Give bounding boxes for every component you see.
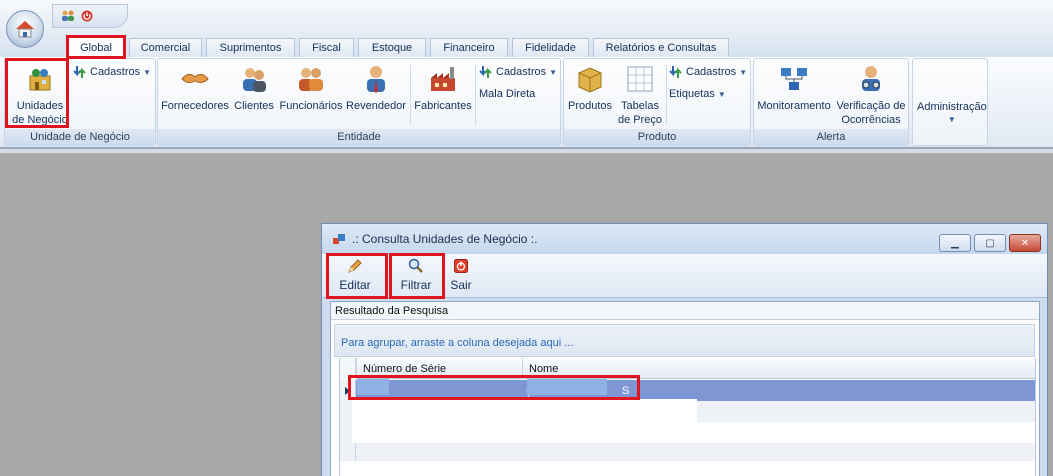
group-label-produto: Produto: [564, 129, 750, 145]
mala-direta-button[interactable]: Mala Direta: [479, 88, 535, 100]
chevron-down-icon: ▼: [143, 67, 152, 77]
highlight-tab-global: [66, 35, 126, 59]
factory-icon: [427, 63, 459, 95]
network-icon: [778, 63, 810, 95]
close-button[interactable]: ✕: [1009, 234, 1041, 252]
separator: [475, 65, 476, 125]
funcionarios-label: Funcionários: [279, 100, 343, 112]
fabricantes-label: Fabricantes: [414, 100, 472, 112]
employees-icon: [295, 63, 327, 95]
tab-estoque[interactable]: Estoque: [358, 38, 426, 57]
row-indicator: [340, 443, 356, 461]
verificacao-label-1: Verificação de: [836, 100, 906, 112]
tab-fiscal[interactable]: Fiscal: [299, 38, 354, 57]
chevron-down-icon: ▼: [549, 67, 558, 77]
users-icon[interactable]: [61, 10, 75, 22]
entidade-cadastros-label: Cadastros: [496, 66, 547, 78]
chevron-down-icon: ▼: [717, 89, 726, 99]
verificacao-label-2: Ocorrências: [841, 114, 901, 126]
unidade-cadastros-label: Cadastros: [90, 66, 141, 78]
power-icon: [452, 258, 470, 274]
tab-suprimentos[interactable]: Suprimentos: [206, 38, 295, 57]
quick-access-toolbar: [52, 4, 128, 28]
sair-button[interactable]: Sair: [446, 258, 476, 292]
produto-cadastros-dropdown[interactable]: Cadastros ▼: [669, 65, 747, 79]
monitoramento-label: Monitoramento: [757, 100, 831, 112]
group-label-entidade: Entidade: [158, 129, 560, 145]
revendedor-label: Revendedor: [346, 100, 406, 112]
chevron-down-icon: ▼: [739, 67, 748, 77]
chevron-down-icon: ▼: [947, 115, 956, 124]
administracao-dropdown[interactable]: Administração ▼: [917, 101, 987, 124]
group-label-alerta: Alerta: [754, 129, 908, 145]
tab-relatorios-consultas[interactable]: Relatórios e Consultas: [593, 38, 729, 57]
cadastros-arrow-icon: [73, 66, 86, 78]
fornecedores-label: Fornecedores: [161, 100, 229, 112]
power-icon[interactable]: [81, 10, 93, 22]
cadastros-arrow-icon: [669, 66, 682, 78]
close-icon: ✕: [1020, 237, 1030, 249]
redaction-mask: [352, 399, 697, 443]
app-menu-button[interactable]: [6, 10, 44, 48]
box-icon: [574, 63, 606, 95]
window-app-icon: [333, 234, 345, 244]
highlight-editar-button: [326, 253, 388, 299]
group-entidade: Fornecedores Clientes Funcionários Reven…: [157, 58, 561, 146]
administracao-label: Administração: [917, 101, 987, 113]
workspace-border: [0, 149, 1053, 153]
highlight-unidades-button: [5, 58, 69, 128]
mala-direta-label: Mala Direta: [479, 88, 536, 100]
group-produto: Produtos Tabelas de Preço Cadastros ▼ Et…: [563, 58, 751, 146]
reseller-icon: [360, 63, 392, 95]
group-administracao: Administração ▼: [912, 58, 988, 146]
restore-icon: ▢: [985, 237, 995, 249]
tab-comercial[interactable]: Comercial: [129, 38, 202, 57]
clientes-label: Clientes: [234, 100, 274, 112]
produto-cadastros-label: Cadastros: [686, 66, 737, 78]
monitoramento-button[interactable]: Monitoramento: [756, 63, 832, 113]
table-row[interactable]: [340, 443, 1035, 461]
minimize-button[interactable]: ▁: [939, 234, 971, 252]
handshake-icon: [179, 63, 211, 95]
group-by-area[interactable]: Para agrupar, arraste a coluna desejada …: [334, 324, 1035, 357]
ribbon: Unidades de Negócio Cadastros ▼ Unidade …: [0, 57, 1053, 148]
home-icon: [16, 21, 34, 38]
maximize-button[interactable]: ▢: [974, 234, 1006, 252]
tabelas-label-1: Tabelas: [621, 100, 659, 112]
etiquetas-label: Etiquetas: [669, 88, 715, 100]
group-alerta: Monitoramento Verificação de Ocorrências…: [753, 58, 909, 146]
fabricantes-button[interactable]: Fabricantes: [413, 63, 473, 113]
ribbon-tabs: Global Comercial Suprimentos Fiscal Esto…: [0, 36, 1053, 58]
minimize-icon: ▁: [951, 237, 959, 249]
sair-label: Sair: [450, 278, 472, 292]
inspector-icon: [855, 63, 887, 95]
etiquetas-dropdown[interactable]: Etiquetas ▼: [669, 88, 726, 100]
tabelas-preco-button[interactable]: Tabelas de Preço: [617, 63, 663, 127]
results-caption: Resultado da Pesquisa: [331, 302, 1039, 320]
produtos-label: Produtos: [567, 100, 613, 112]
verificacao-ocorrencias-button[interactable]: Verificação de Ocorrências: [834, 63, 908, 127]
clients-icon: [238, 63, 270, 95]
clientes-button[interactable]: Clientes: [233, 63, 275, 113]
revendedor-button[interactable]: Revendedor: [345, 63, 407, 113]
fornecedores-button[interactable]: Fornecedores: [160, 63, 230, 113]
tab-fidelidade[interactable]: Fidelidade: [512, 38, 589, 57]
separator: [666, 65, 667, 125]
dialog-title: .: Consulta Unidades de Negócio :.: [352, 232, 538, 246]
table-icon: [624, 63, 656, 95]
produtos-button[interactable]: Produtos: [566, 63, 614, 113]
highlight-selected-row: [348, 375, 640, 400]
highlight-filtrar-button: [389, 253, 445, 299]
title-bar: [0, 0, 1053, 36]
tabelas-label-2: de Preço: [617, 114, 663, 126]
group-label-unidade: Unidade de Negócio: [5, 129, 155, 145]
cadastros-arrow-icon: [479, 66, 492, 78]
funcionarios-button[interactable]: Funcionários: [279, 63, 343, 113]
unidade-cadastros-dropdown[interactable]: Cadastros ▼: [73, 65, 151, 79]
tab-financeiro[interactable]: Financeiro: [430, 38, 508, 57]
separator: [410, 65, 411, 125]
entidade-cadastros-dropdown[interactable]: Cadastros ▼: [479, 65, 557, 79]
